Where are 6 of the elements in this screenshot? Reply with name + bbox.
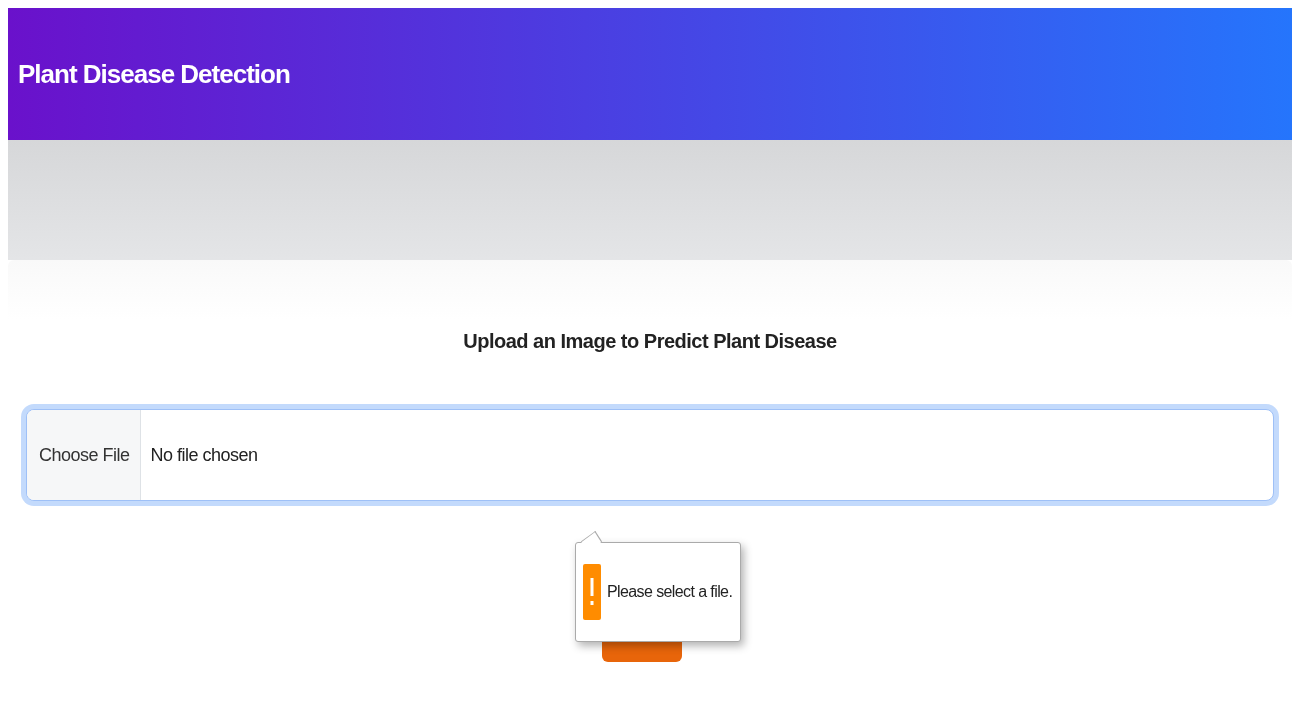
- choose-file-button[interactable]: Choose File: [27, 410, 141, 500]
- file-status-text: No file chosen: [149, 443, 258, 467]
- app-title: Plant Disease Detection: [18, 58, 290, 90]
- validation-message: Please select a file.: [607, 583, 733, 601]
- warning-icon: [583, 564, 601, 620]
- upload-heading: Upload an Image to Predict Plant Disease: [462, 330, 838, 353]
